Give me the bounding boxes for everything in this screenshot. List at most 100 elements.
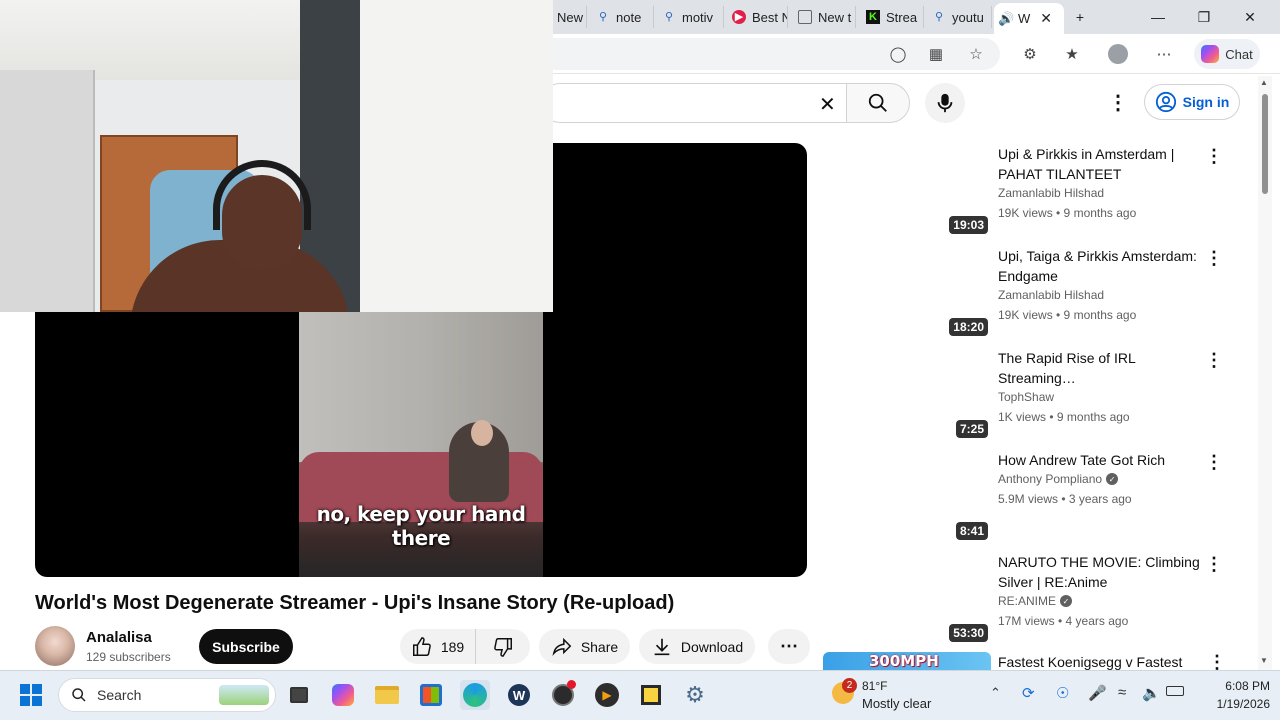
recommended-channel[interactable]: RE:ANIME ✓ bbox=[998, 594, 1073, 608]
recommended-channel[interactable]: Zamanlabib Hilshad bbox=[998, 288, 1104, 302]
tab-stream[interactable]: K Strea bbox=[862, 6, 924, 28]
scroll-up-arrow-icon[interactable]: ▲ bbox=[1260, 78, 1268, 87]
new-tab-button[interactable]: + bbox=[1060, 4, 1100, 30]
minimize-button[interactable]: — bbox=[1138, 4, 1178, 30]
sign-in-button[interactable]: Sign in bbox=[1144, 84, 1240, 120]
media-player-icon[interactable]: ▶ bbox=[592, 680, 622, 710]
weather-temperature: 81°F bbox=[862, 679, 888, 693]
recommended-video-title[interactable]: How Andrew Tate Got Rich bbox=[998, 450, 1203, 470]
webcam-wardrobe bbox=[0, 70, 95, 312]
microsoft-store-icon[interactable] bbox=[416, 680, 446, 710]
thumbs-up-icon bbox=[412, 636, 431, 656]
recommended-video-title[interactable]: The Rapid Rise of IRL Streaming… bbox=[998, 348, 1203, 388]
wordpress-icon[interactable]: W bbox=[504, 680, 534, 710]
recommended-channel[interactable]: TophShaw bbox=[998, 390, 1054, 404]
recommended-video-title[interactable]: Upi, Taiga & Pirkkis Amsterdam: Endgame bbox=[998, 246, 1203, 286]
profile-avatar-icon[interactable] bbox=[1106, 42, 1130, 66]
recommended-channel[interactable]: Zamanlabib Hilshad bbox=[998, 186, 1104, 200]
recommended-video-title[interactable]: NARUTO THE MOVIE: Climbing Silver | RE:A… bbox=[998, 552, 1203, 592]
copilot-chat-button[interactable]: Chat bbox=[1194, 39, 1260, 69]
recommended-video-meta: 17M views • 4 years ago bbox=[998, 614, 1129, 628]
battery-icon[interactable] bbox=[1166, 686, 1184, 696]
address-bar[interactable]: ◯ ▦ ☆ bbox=[540, 38, 1000, 70]
tab-new-tab-2[interactable]: New t bbox=[794, 6, 856, 28]
video-menu-icon[interactable]: ⋮ bbox=[1204, 554, 1224, 574]
close-tab-icon[interactable]: ✕ bbox=[1040, 10, 1052, 27]
video-menu-icon[interactable]: ⋮ bbox=[1204, 146, 1224, 166]
channel-avatar[interactable] bbox=[35, 626, 75, 666]
account-icon bbox=[1155, 91, 1176, 113]
video-menu-icon[interactable]: ⋮ bbox=[1204, 248, 1224, 268]
recommended-video[interactable]: 53:30 NARUTO THE MOVIE: Climbing Silver … bbox=[946, 552, 1246, 647]
tab-best[interactable]: ▶ Best N bbox=[728, 6, 788, 28]
taskbar-search[interactable]: Search bbox=[58, 678, 276, 712]
tab-youtube-search[interactable]: ⚲ youtu bbox=[928, 6, 992, 28]
subscribe-button[interactable]: Subscribe bbox=[199, 629, 293, 664]
tab-motiv[interactable]: ⚲ motiv bbox=[658, 6, 724, 28]
tracking-prevention-icon[interactable]: ◯ bbox=[886, 42, 910, 66]
dislike-button[interactable] bbox=[476, 629, 530, 664]
recommended-video[interactable]: 18:20 Upi, Taiga & Pirkkis Amsterdam: En… bbox=[946, 246, 1246, 341]
tab-label: New t bbox=[818, 9, 852, 25]
scrollbar-thumb[interactable] bbox=[1262, 94, 1268, 194]
recommended-video[interactable]: 19:03 Upi & Pirkkis in Amsterdam | PAHAT… bbox=[946, 144, 1246, 239]
video-menu-icon[interactable]: ⋮ bbox=[1204, 452, 1224, 472]
video-thumbnail[interactable]: 19:03 bbox=[946, 144, 988, 234]
copilot-taskbar-icon[interactable] bbox=[328, 680, 358, 710]
download-button[interactable]: Download bbox=[639, 629, 755, 664]
close-window-button[interactable]: ✕ bbox=[1230, 4, 1270, 30]
tab-new-tab-1[interactable]: New t bbox=[553, 6, 587, 28]
voice-search-button[interactable] bbox=[925, 83, 965, 123]
share-button[interactable]: Share bbox=[539, 629, 630, 664]
tab-active-youtube[interactable]: 🔊 W ✕ bbox=[994, 3, 1064, 34]
video-thumbnail[interactable]: 300MPH bbox=[823, 652, 991, 670]
wifi-icon[interactable]: ≈ bbox=[1118, 684, 1126, 701]
clear-search-icon[interactable]: ✕ bbox=[819, 92, 836, 117]
extensions-grid-icon[interactable]: ▦ bbox=[924, 42, 948, 66]
sign-in-label: Sign in bbox=[1182, 94, 1230, 110]
start-button[interactable] bbox=[16, 680, 46, 710]
favorites-icon[interactable]: ★ bbox=[1060, 42, 1084, 66]
favorite-star-icon[interactable]: ☆ bbox=[964, 42, 988, 66]
page-scrollbar[interactable]: ▲ ▼ bbox=[1258, 76, 1272, 670]
more-actions-button[interactable]: ⋯ bbox=[768, 629, 810, 664]
weather-widget[interactable]: 2 81°F Mostly clear bbox=[832, 676, 982, 716]
like-button[interactable]: 189 bbox=[400, 629, 476, 664]
youtube-settings-menu-icon[interactable]: ⋮ bbox=[1108, 90, 1128, 115]
video-menu-icon[interactable]: ⋮ bbox=[1204, 350, 1224, 370]
like-count: 189 bbox=[440, 638, 465, 655]
sync-icon[interactable]: ⟳ bbox=[1022, 684, 1035, 702]
recommended-video[interactable]: 8:41 How Andrew Tate Got Rich Anthony Po… bbox=[946, 450, 1246, 545]
sticky-notes-icon[interactable] bbox=[636, 680, 666, 710]
recommended-video-title[interactable]: Fastest Koenigsegg v Fastest bbox=[998, 654, 1198, 670]
video-thumbnail[interactable]: 18:20 bbox=[946, 246, 988, 336]
youtube-search-button[interactable] bbox=[846, 83, 910, 123]
microphone-tray-icon[interactable]: 🎤 bbox=[1088, 684, 1107, 702]
show-hidden-icons-chevron-icon[interactable]: ⌃ bbox=[990, 685, 1001, 701]
video-menu-icon[interactable]: ⋮ bbox=[1208, 654, 1226, 670]
video-thumbnail[interactable]: 53:30 bbox=[946, 552, 988, 642]
edge-browser-icon[interactable] bbox=[460, 680, 490, 710]
browser-essentials-icon[interactable]: ⚙ bbox=[1018, 42, 1042, 66]
settings-gear-icon[interactable]: ⚙ bbox=[680, 680, 710, 710]
system-clock[interactable]: 6:08 PM 1/19/2026 bbox=[1190, 677, 1270, 713]
youtube-search-input[interactable]: ✕ bbox=[540, 83, 846, 123]
file-explorer-icon[interactable] bbox=[372, 680, 402, 710]
restore-button[interactable]: ❐ bbox=[1184, 4, 1224, 30]
recommended-video-title[interactable]: Upi & Pirkkis in Amsterdam | PAHAT TILAN… bbox=[998, 144, 1203, 184]
speaker-icon[interactable]: 🔊 bbox=[998, 11, 1014, 26]
channel-name[interactable]: Analalisa bbox=[86, 629, 152, 646]
obs-studio-icon[interactable] bbox=[548, 680, 578, 710]
more-options-icon[interactable]: ⋯ bbox=[1152, 42, 1176, 66]
tab-label: Strea bbox=[886, 9, 918, 25]
volume-icon[interactable]: 🔈 bbox=[1142, 684, 1161, 702]
video-thumbnail[interactable]: 8:41 bbox=[946, 450, 988, 540]
recommended-video[interactable]: 7:25 The Rapid Rise of IRL Streaming… To… bbox=[946, 348, 1246, 443]
video-thumbnail[interactable]: 7:25 bbox=[946, 348, 988, 438]
chat-label: Chat bbox=[1225, 46, 1253, 62]
scroll-down-arrow-icon[interactable]: ▼ bbox=[1260, 656, 1268, 665]
tab-note[interactable]: ⚲ note bbox=[592, 6, 654, 28]
task-view-icon[interactable] bbox=[284, 680, 314, 710]
recommended-channel[interactable]: Anthony Pompliano ✓ bbox=[998, 472, 1119, 486]
defender-icon[interactable]: ☉ bbox=[1056, 684, 1069, 702]
